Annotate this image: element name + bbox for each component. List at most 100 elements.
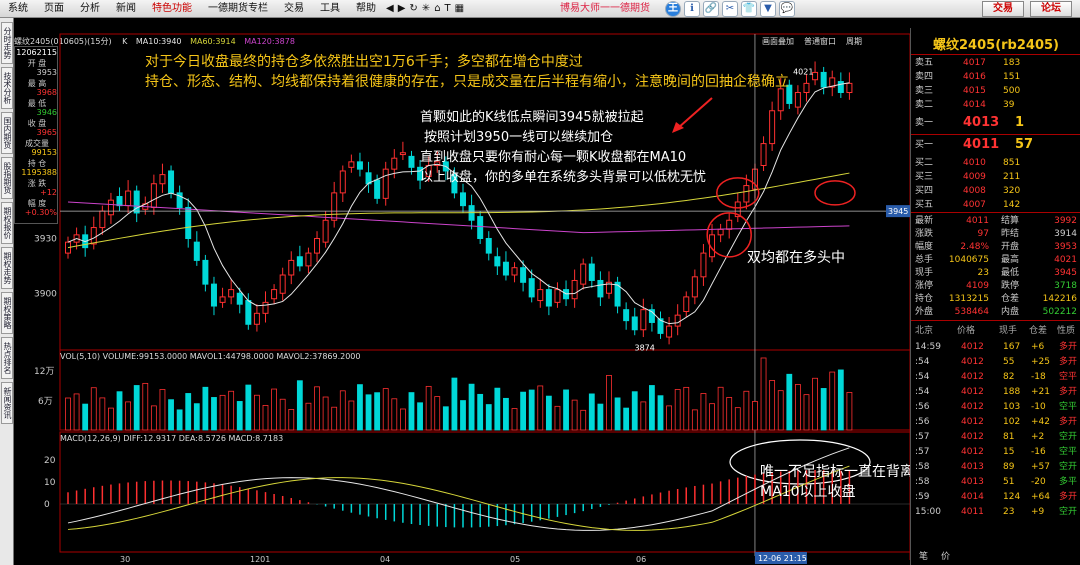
left-tab[interactable]: 股指期货 — [1, 157, 13, 199]
toolbar-glyph-icon[interactable]: T — [443, 0, 453, 18]
tool-icon[interactable]: 💬 — [779, 1, 795, 17]
volume-bar — [442, 406, 449, 431]
toolbar-glyph-icon[interactable]: ◀ — [384, 0, 396, 18]
tool-icon[interactable]: ℹ — [684, 1, 700, 17]
toolbar-glyph-icon[interactable]: ▶ — [396, 0, 408, 18]
summary-value: 3965 — [36, 128, 57, 137]
menu-item[interactable]: 交易 — [276, 0, 312, 18]
tool-icon[interactable]: 🔗 — [703, 1, 719, 17]
quote-label: 买三 — [915, 172, 934, 182]
summary-date: 12062115 — [16, 48, 57, 57]
price-tick-label: 3900 — [34, 289, 57, 299]
candle-body — [305, 252, 312, 267]
left-tab[interactable]: 国内期货 — [1, 112, 13, 154]
menu-item[interactable]: 特色功能 — [144, 0, 200, 18]
volume-bar — [597, 403, 604, 431]
tick-volume: 124 — [1003, 492, 1021, 502]
left-tab[interactable]: 技术分析 — [1, 67, 13, 109]
menu-item[interactable]: 分析 — [72, 0, 108, 18]
ask1-row: 卖一 4013 1 — [911, 116, 1080, 130]
tick-price: 4012 — [961, 342, 984, 352]
volume-bar — [65, 397, 71, 431]
menu-item[interactable]: 一德期货专栏 — [200, 0, 276, 18]
volume-bar — [314, 386, 320, 431]
toolbar-glyph-icon[interactable]: ▦ — [453, 0, 466, 18]
chart-link[interactable]: 画面叠加 — [762, 37, 794, 46]
left-tab[interactable]: 新闻资讯 — [1, 382, 13, 424]
volume-bar — [837, 369, 844, 431]
tick-volume: 15 — [1003, 447, 1015, 457]
candle-body — [193, 241, 200, 261]
volume-bar — [322, 396, 329, 431]
toolbar-glyph-icon[interactable]: ↻ — [407, 0, 419, 18]
quote-price: 4013 — [963, 115, 1000, 130]
trade-button[interactable]: 交易 — [982, 1, 1024, 17]
volume-bar — [245, 384, 252, 431]
left-tab[interactable]: 分时走势 — [1, 22, 13, 64]
ma-prefix: K — [122, 37, 128, 46]
menu-item[interactable]: 新闻 — [108, 0, 144, 18]
quote-label: 卖二 — [915, 100, 934, 110]
tool-icon[interactable]: 王 — [665, 1, 681, 17]
tick-nature: 空开 — [1059, 432, 1078, 442]
volume-bar — [339, 390, 346, 431]
tool-icon[interactable]: 👕 — [741, 1, 757, 17]
tick-time: 15:00 — [915, 507, 941, 517]
chart-link[interactable]: 周期 — [846, 37, 862, 46]
candle-body — [537, 289, 544, 302]
tick-nature: 空平 — [1059, 447, 1078, 457]
candle-body — [374, 179, 381, 199]
stat-label: 涨跌 — [915, 229, 934, 239]
quote-label: 买二 — [915, 158, 934, 168]
bar-summary-box: 12062115 开 盘 3953 最 高 3968 最 低 3946 收 盘 3965 成交量 9… — [14, 46, 58, 224]
stat-value: 4011 — [966, 216, 989, 226]
volume-bar — [348, 400, 355, 431]
chart-links: 画面叠加 普通窗口 周期 — [752, 36, 862, 47]
tick-row: :54 4012 188 +21 多开 — [911, 385, 1080, 399]
left-tab[interactable]: 期权走势 — [1, 247, 13, 289]
toolbar-glyph-icon[interactable]: ✳ — [420, 0, 432, 18]
volume-bar — [528, 389, 535, 431]
candle-body — [494, 256, 501, 267]
menu-item[interactable]: 系统 — [0, 0, 36, 18]
tick-oi-change: -16 — [1031, 447, 1046, 457]
candle-body — [314, 238, 321, 254]
candle-body — [769, 110, 776, 145]
crosshair-price-box — [886, 205, 910, 218]
stat-value: 2.48% — [960, 242, 989, 252]
tick-price: 4012 — [961, 447, 984, 457]
quote-bottom-tab[interactable]: 笔 — [919, 550, 928, 564]
volume-bar — [90, 387, 97, 431]
toolbar-glyph-icon[interactable]: ⌂ — [432, 0, 442, 18]
volume-bar — [108, 407, 114, 431]
tool-icon[interactable]: ✂ — [722, 1, 738, 17]
menu-item[interactable]: 帮助 — [348, 0, 384, 18]
volume-bar — [365, 394, 372, 431]
volume-bar — [503, 397, 509, 431]
volume-bar — [588, 393, 595, 431]
candle-body — [751, 168, 758, 190]
menu-bar: 系统 页面 分析 新闻 特色功能 一德期货专栏 交易 工具 帮助 ◀ ▶ ↻ ✳ ⌂ T ▦ — [0, 0, 1080, 18]
volume-bar — [357, 384, 363, 431]
volume-bar — [125, 401, 132, 431]
tick-time: :54 — [915, 387, 930, 397]
left-tab[interactable]: 热点排名 — [1, 337, 13, 379]
bid-row: 买四 4008 320 — [911, 184, 1080, 198]
stat-row: 幅度 2.48% 开盘 3953 — [911, 240, 1080, 254]
chart-link[interactable]: 普通窗口 — [804, 37, 836, 46]
tick-time: :56 — [915, 417, 930, 427]
tick-volume: 167 — [1003, 342, 1021, 352]
candle-body — [674, 314, 681, 327]
tick-nature: 空开 — [1059, 507, 1078, 517]
tick-time: :58 — [915, 477, 930, 487]
forum-button[interactable]: 论坛 — [1030, 1, 1072, 17]
quote-bottom-tab[interactable]: 价 — [941, 550, 950, 564]
menu-item[interactable]: 页面 — [36, 0, 72, 18]
left-tab[interactable]: 期权报价 — [1, 202, 13, 244]
tick-row: :57 4012 81 +2 空开 — [911, 430, 1080, 444]
volume-bar — [709, 403, 715, 431]
left-tab[interactable]: 期权策略 — [1, 292, 13, 334]
tool-icon[interactable]: ▼ — [760, 1, 776, 17]
candle-body — [365, 172, 372, 185]
menu-item[interactable]: 工具 — [312, 0, 348, 18]
